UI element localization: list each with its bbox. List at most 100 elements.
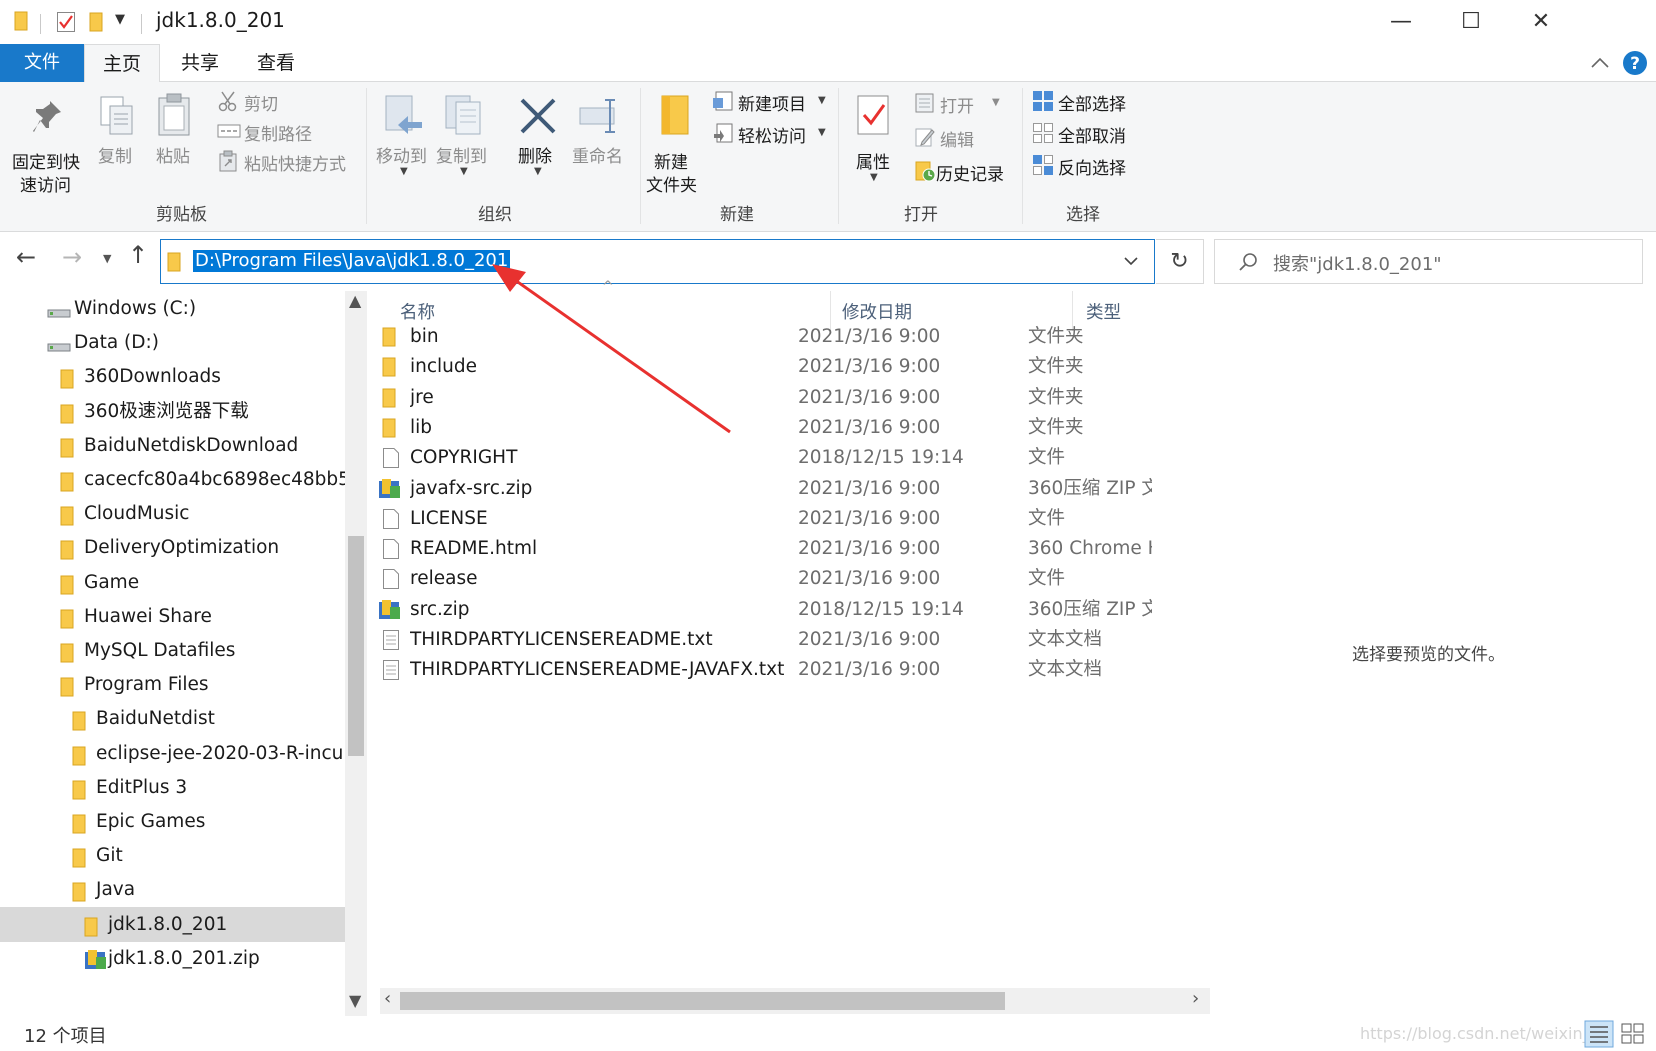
drive-icon: [46, 332, 72, 360]
close-button[interactable]: ✕: [1506, 0, 1576, 44]
nav-tree-item[interactable]: Game: [0, 565, 345, 600]
paste-shortcut-button[interactable]: 粘贴快捷方式: [214, 148, 354, 175]
file-row[interactable]: javafx-src.zip 2021/3/16 9:00 360压缩 ZIP 文: [370, 473, 1210, 505]
copy-button[interactable]: 复制: [92, 86, 144, 194]
minimize-button[interactable]: —: [1366, 0, 1436, 44]
folder-icon: [72, 708, 88, 736]
file-type: 文件: [1028, 568, 1066, 590]
nav-tree-item[interactable]: 360极速浏览器下载: [0, 394, 345, 429]
paste-button[interactable]: 粘贴: [150, 86, 202, 194]
copy-path-button[interactable]: 复制路径: [214, 118, 354, 145]
file-row[interactable]: THIRDPARTYLICENSEREADME.txt 2021/3/16 9:0…: [370, 624, 1210, 656]
up-arrow-icon[interactable]: ↑: [128, 241, 148, 269]
tab-share[interactable]: 共享: [162, 44, 238, 83]
nav-tree-item[interactable]: Program Files: [0, 667, 345, 702]
address-path-text[interactable]: D:\Program Files\Java\jdk1.8.0_201: [193, 250, 511, 272]
rename-icon: [579, 99, 615, 133]
copy-to-icon: [445, 95, 481, 135]
cut-button[interactable]: 剪切: [214, 88, 354, 115]
properties-button[interactable]: 属性 ▼: [846, 86, 902, 194]
horizontal-scrollbar-thumb[interactable]: [400, 992, 1005, 1010]
tab-view[interactable]: 查看: [238, 44, 314, 83]
nav-tree-item[interactable]: Huawei Share: [0, 599, 345, 634]
paste-shortcut-icon: [219, 150, 237, 172]
nav-tree-item[interactable]: cacecfc80a4bc6898ec48bb52: [0, 462, 345, 497]
folder-icon[interactable]: [14, 10, 30, 32]
nav-tree-item[interactable]: MySQL Datafiles: [0, 633, 345, 668]
easy-access-button[interactable]: 轻松访问 ▼: [710, 120, 830, 147]
collapse-ribbon-icon[interactable]: [1590, 56, 1610, 70]
maximize-button[interactable]: ☐: [1436, 0, 1506, 44]
help-icon[interactable]: ?: [1622, 50, 1648, 76]
large-icons-view-icon[interactable]: [1620, 1022, 1646, 1046]
nav-tree-item[interactable]: DeliveryOptimization: [0, 530, 345, 565]
folder-icon: [60, 435, 76, 463]
new-folder-button[interactable]: 新建 文件夹: [646, 86, 708, 196]
nav-tree-item[interactable]: Data (D:): [0, 325, 345, 360]
new-item-button[interactable]: 新建项目 ▼: [710, 88, 830, 115]
nav-tree-item[interactable]: BaiduNetdiskDownload: [0, 428, 345, 463]
edit-button[interactable]: 编辑: [912, 124, 1012, 151]
refresh-icon[interactable]: ↻: [1156, 239, 1204, 284]
delete-button[interactable]: 删除 ▼: [510, 86, 566, 194]
new-folder-icon[interactable]: [89, 11, 105, 33]
invert-selection-icon: [1033, 155, 1053, 175]
file-row[interactable]: LICENSE 2021/3/16 9:00 文件: [370, 503, 1210, 535]
file-row[interactable]: release 2021/3/16 9:00 文件: [370, 563, 1210, 595]
nav-tree-item[interactable]: Java: [0, 872, 345, 907]
tab-file[interactable]: 文件: [0, 44, 84, 82]
copy-icon: [100, 96, 133, 135]
file-date: 2021/3/16 9:00: [798, 477, 941, 499]
nav-tree-item-label: 360Downloads: [84, 366, 221, 388]
file-list-horizontal-scrollbar[interactable]: ‹ ›: [380, 988, 1210, 1014]
select-all-label: 全部选择: [1058, 95, 1126, 115]
nav-tree-item-label: Java: [96, 879, 136, 901]
nav-tree-item[interactable]: EditPlus 3: [0, 770, 345, 805]
nav-tree-item[interactable]: Git: [0, 838, 345, 873]
scrollbar-thumb[interactable]: [348, 536, 364, 756]
nav-tree-item-label: BaiduNetdiskDownload: [84, 434, 299, 456]
move-to-button[interactable]: 移动到 ▼: [372, 86, 432, 194]
file-row[interactable]: src.zip 2018/12/15 19:14 360压缩 ZIP 文: [370, 594, 1210, 626]
tab-home[interactable]: 主页: [84, 44, 160, 83]
pin-to-quick-access-button[interactable]: 固定到快 速访问: [6, 86, 90, 196]
select-none-button[interactable]: 全部取消: [1030, 120, 1140, 147]
scroll-up-icon[interactable]: ▲: [349, 291, 361, 310]
nav-tree-item[interactable]: jdk1.8.0_201: [0, 906, 345, 942]
open-button[interactable]: 打开 ▼: [912, 90, 1012, 117]
recent-locations-chevron-icon[interactable]: ▼: [103, 252, 111, 265]
address-history-chevron-icon[interactable]: [1123, 255, 1139, 267]
nav-tree-item[interactable]: BaiduNetdist: [0, 701, 345, 736]
nav-tree-item[interactable]: 360Downloads: [0, 359, 345, 394]
nav-tree-item[interactable]: eclipse-jee-2020-03-R-incul: [0, 736, 345, 771]
nav-tree-item[interactable]: Epic Games: [0, 804, 345, 839]
history-button[interactable]: 历史记录: [912, 158, 1022, 185]
details-view-icon[interactable]: [1584, 1020, 1614, 1048]
customize-quick-access-dropdown[interactable]: ▼: [115, 12, 125, 27]
new-group-label: 新建: [720, 205, 754, 225]
select-all-button[interactable]: 全部选择: [1030, 88, 1140, 115]
search-placeholder: 搜索"jdk1.8.0_201": [1273, 254, 1442, 275]
forward-arrow-icon[interactable]: →: [62, 243, 82, 271]
scroll-down-icon[interactable]: ▼: [349, 991, 361, 1010]
nav-tree-item-label: eclipse-jee-2020-03-R-incul: [96, 742, 345, 764]
back-arrow-icon[interactable]: ←: [16, 243, 36, 271]
file-row[interactable]: README.html 2021/3/16 9:00 360 Chrome H: [370, 533, 1210, 565]
pin-icon: [33, 101, 61, 132]
file-row[interactable]: THIRDPARTYLICENSEREADME-JAVAFX.txt 2021/3…: [370, 654, 1210, 686]
rename-button[interactable]: 重命名: [568, 86, 634, 194]
nav-tree-item[interactable]: jdk1.8.0_201.zip: [0, 941, 345, 976]
properties-check-icon[interactable]: [56, 11, 76, 33]
navigation-pane-scrollbar[interactable]: ▲ ▼: [345, 291, 367, 1016]
invert-selection-button[interactable]: 反向选择: [1030, 152, 1140, 179]
scroll-right-icon[interactable]: ›: [1192, 988, 1199, 1009]
search-box[interactable]: 搜索"jdk1.8.0_201": [1214, 239, 1643, 284]
scroll-left-icon[interactable]: ‹: [384, 988, 391, 1009]
history-icon: [915, 161, 936, 182]
nav-tree-item[interactable]: CloudMusic: [0, 496, 345, 531]
easy-access-dropdown-icon: ▼: [818, 127, 826, 138]
nav-tree-item[interactable]: Windows (C:): [0, 291, 345, 326]
file-row[interactable]: COPYRIGHT 2018/12/15 19:14 文件: [370, 442, 1210, 474]
new-item-label: 新建项目: [738, 95, 806, 115]
copy-to-button[interactable]: 复制到 ▼: [432, 86, 496, 194]
